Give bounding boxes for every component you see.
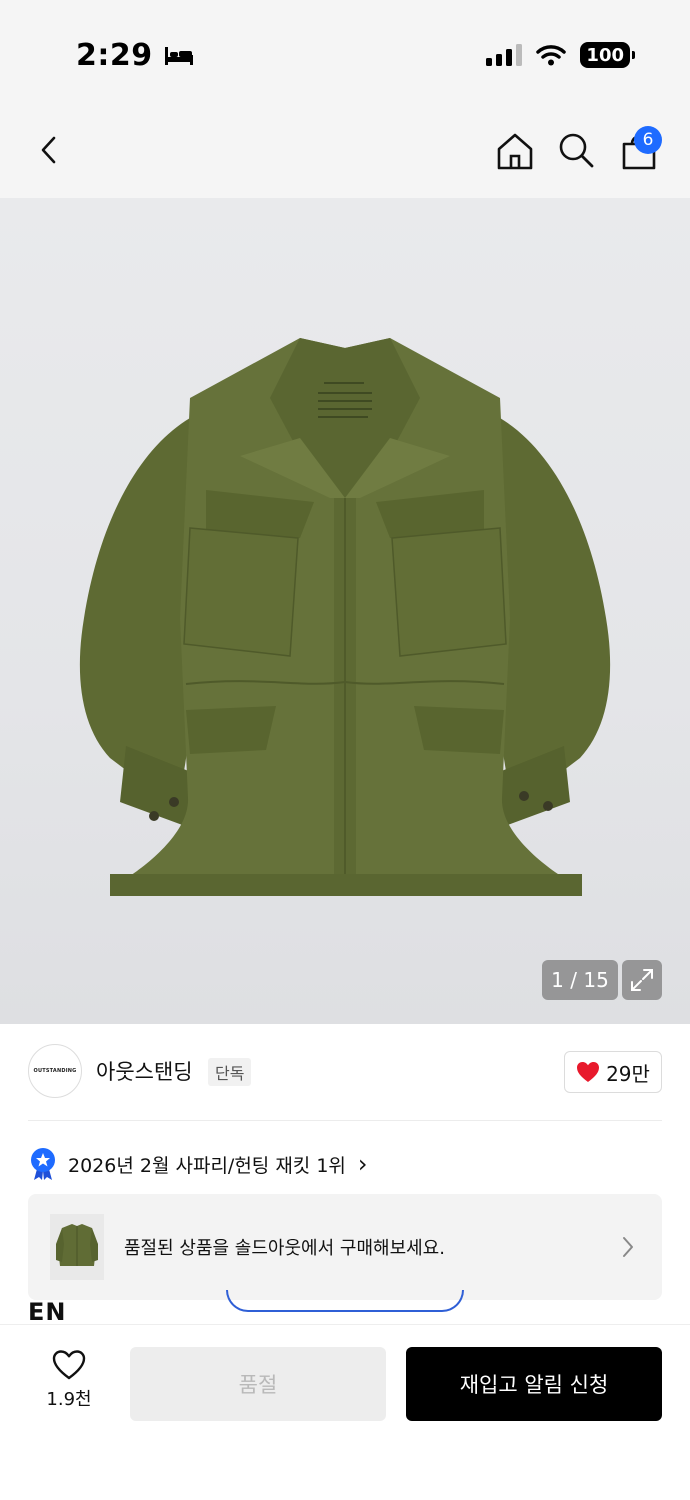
wishlist-count: 1.9천 <box>46 1389 92 1410</box>
soldout-button: 품절 <box>130 1347 386 1421</box>
brand-row: OUTSTANDING 아웃스탠딩 단독 29만 <box>0 1024 690 1120</box>
brand-logo[interactable]: OUTSTANDING <box>28 1044 82 1098</box>
brand-like-button[interactable]: 29만 <box>564 1051 662 1093</box>
jacket-thumbnail-image <box>50 1214 104 1280</box>
image-counter: 1 / 15 <box>542 960 618 1000</box>
product-thumbnail <box>50 1214 104 1280</box>
status-indicators: 100 <box>486 42 635 68</box>
ranking-medal-icon <box>31 1148 55 1180</box>
wishlist-button[interactable]: 1.9천 <box>34 1349 104 1419</box>
soldout-promo-text: 품절된 상품을 솔드아웃에서 구매해보세요. <box>124 1238 445 1259</box>
chevron-right-icon <box>623 1237 633 1257</box>
clock-text: 2:29 <box>76 38 153 73</box>
battery-indicator: 100 <box>580 42 635 68</box>
brand-name[interactable]: 아웃스탠딩 <box>96 1056 193 1086</box>
brand-logo-text: OUTSTANDING <box>33 1068 77 1074</box>
top-navigation-bar <box>0 100 690 198</box>
heart-filled-icon <box>577 1062 600 1082</box>
expand-arrows-icon <box>631 969 653 991</box>
expand-icon[interactable] <box>622 960 662 1000</box>
chevron-right-icon: › <box>357 1150 368 1178</box>
exclusive-tag: 단독 <box>208 1058 252 1086</box>
product-image-gallery[interactable]: 1 / 15 <box>0 198 690 1024</box>
partial-outline-button <box>226 1290 464 1312</box>
brand-like-count: 29만 <box>606 1061 650 1086</box>
ranking-text: 2026년 2월 사파리/헌팅 재킷 1위 <box>68 1154 346 1177</box>
ranking-link[interactable]: 2026년 2월 사파리/헌팅 재킷 1위 › <box>28 1146 368 1182</box>
divider <box>28 1120 662 1121</box>
restock-alert-button[interactable]: 재입고 알림 신청 <box>406 1347 662 1421</box>
bottom-action-bar: 1.9천 품절 재입고 알림 신청 <box>0 1324 690 1500</box>
search-icon[interactable] <box>556 130 596 170</box>
product-image <box>79 338 611 896</box>
soldout-promo-card[interactable]: 품절된 상품을 솔드아웃에서 구매해보세요. <box>28 1194 662 1300</box>
bed-icon <box>164 46 193 65</box>
wifi-icon <box>536 45 567 66</box>
partial-section-heading: EN <box>28 1298 67 1326</box>
cellular-signal-icon <box>486 44 523 66</box>
chevron-left-icon[interactable] <box>30 128 70 172</box>
status-bar: 2:29 100 <box>0 0 690 100</box>
heart-outline-icon <box>52 1350 86 1380</box>
home-icon[interactable] <box>494 130 536 172</box>
cart-count-badge: 6 <box>634 126 662 154</box>
status-time: 2:29 <box>76 38 195 73</box>
